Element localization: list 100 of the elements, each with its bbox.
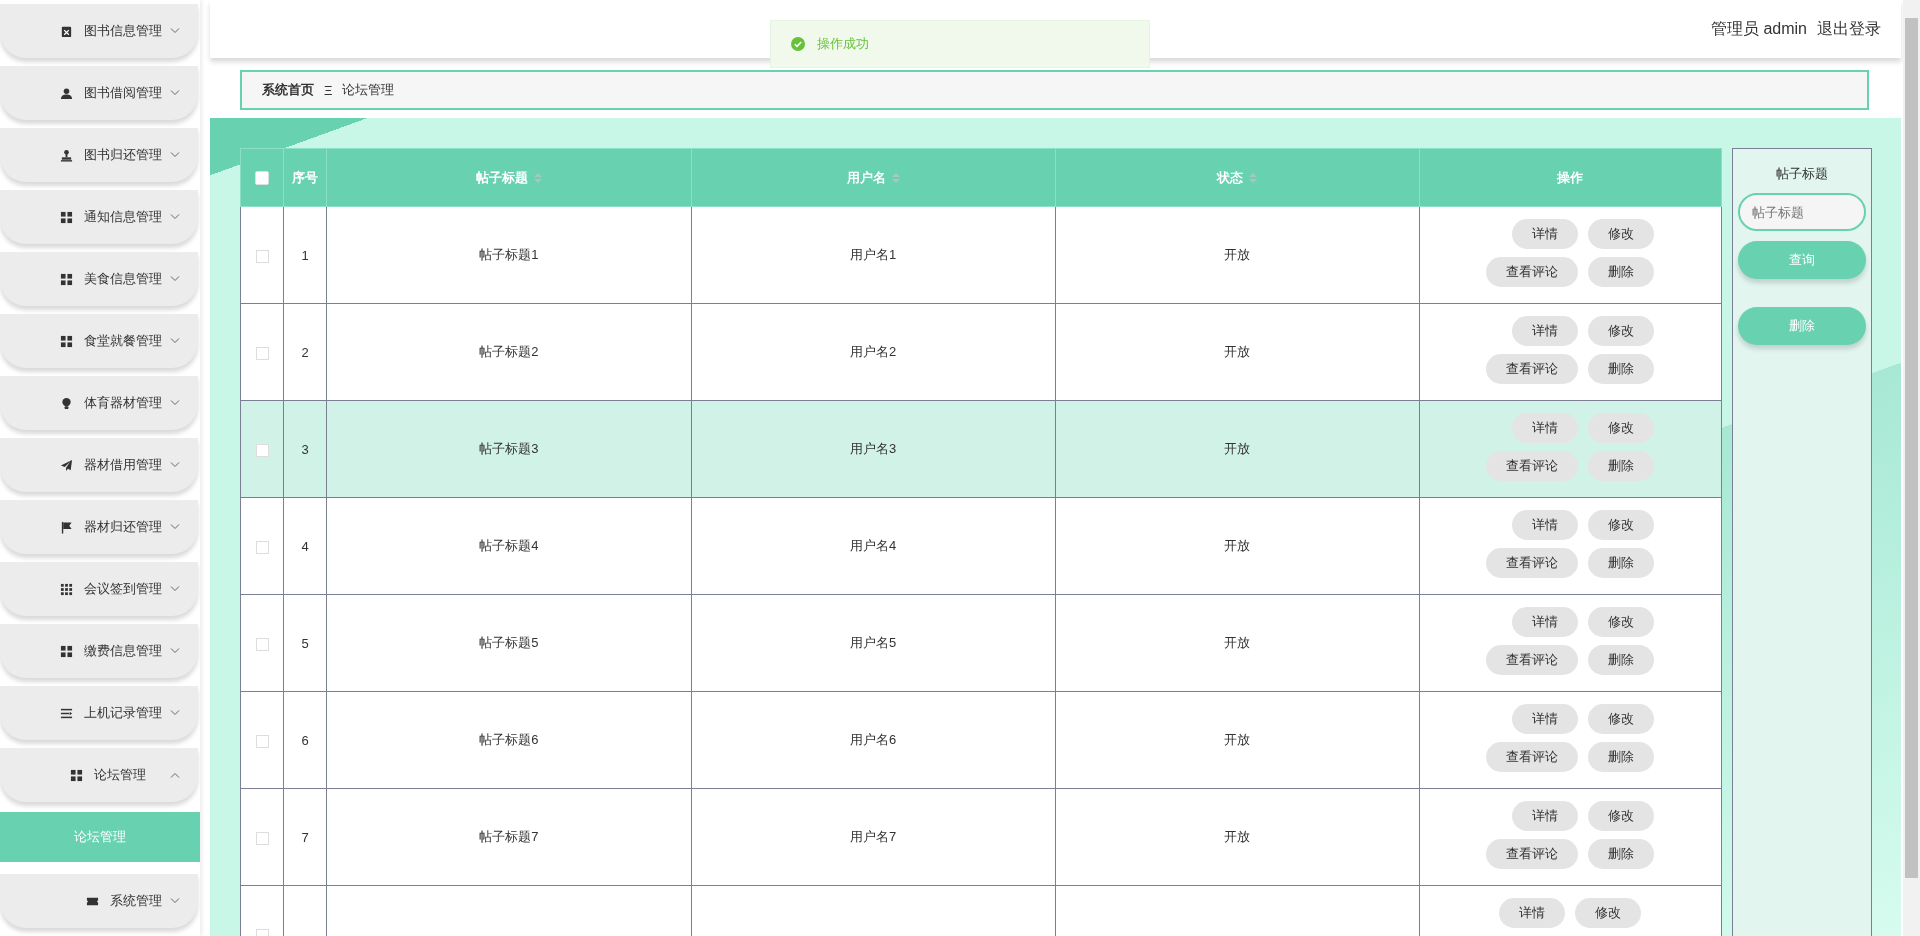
table-row[interactable]: 3 帖子标题3 用户名3 开放 详情 修改 查看评论 删除 [240,400,1722,498]
chevron-down-icon [170,90,180,96]
table-cell-text: 帖子标题6 [479,732,539,747]
table-cell-text: 用户名2 [850,344,897,359]
action-button[interactable]: 详情 [1499,898,1566,928]
sidebar-menu-item[interactable]: 会议签到管理 [0,562,198,616]
table-cell-text: 用户名3 [850,441,897,456]
table-cell-text: 帖子标题4 [479,538,539,553]
action-button[interactable]: 详情 [1512,607,1579,637]
table-row[interactable]: 4 帖子标题4 用户名4 开放 详情 修改 查看评论 删除 [240,497,1722,595]
table-row[interactable]: 详情 修改 [240,885,1722,936]
sidebar-menu-item[interactable]: 图书信息管理 [0,4,198,58]
action-button[interactable]: 修改 [1588,413,1655,443]
table-row[interactable]: 6 帖子标题6 用户名6 开放 详情 修改 查看评论 删除 [240,691,1722,789]
scrollbar-thumb[interactable] [1905,18,1918,878]
scrollbar[interactable] [1903,0,1920,936]
table-cell-text: 用户名4 [850,538,897,553]
row-checkbox[interactable] [255,734,269,748]
action-button[interactable]: 修改 [1575,898,1642,928]
table-row[interactable]: 2 帖子标题2 用户名2 开放 详情 修改 查看评论 删除 [240,303,1722,401]
table-cell-text: 用户名1 [850,247,897,262]
sidebar-menu-item[interactable]: 图书归还管理 [0,128,198,182]
sort-icon[interactable] [1249,172,1258,183]
admin-label: 管理员 admin [1710,18,1807,39]
table-cell-text: 开放 [1224,247,1251,262]
table-row[interactable]: 7 帖子标题7 用户名7 开放 详情 修改 查看评论 删除 [240,788,1722,886]
breadcrumb-link[interactable]: 系统首页 [262,81,314,99]
action-button[interactable]: 查看评论 [1486,645,1579,675]
action-button[interactable]: 查看评论 [1486,839,1579,869]
action-button[interactable]: 详情 [1512,801,1579,831]
table-cell-text: 开放 [1224,441,1251,456]
row-checkbox[interactable] [255,831,269,845]
table-cell-text: 帖子标题7 [479,829,539,844]
action-button[interactable]: 查看评论 [1486,548,1579,578]
row-checkbox[interactable] [255,443,269,457]
action-button[interactable]: 查看评论 [1486,742,1579,772]
table-cell-text: 4 [301,538,309,554]
action-button[interactable]: 删除 [1588,548,1655,578]
table-cell-text: 帖子标题1 [479,247,539,262]
sort-icon[interactable] [891,172,900,183]
grid-icon [60,334,73,348]
row-checkbox[interactable] [255,637,269,651]
check-circle-icon [791,37,805,51]
chevron-down-icon [170,586,180,592]
action-button[interactable]: 详情 [1512,219,1579,249]
table-cell-text: 帖子标题3 [479,441,539,456]
row-checkbox[interactable] [255,249,269,263]
action-button[interactable]: 删除 [1588,257,1655,287]
sidebar-menu-item[interactable]: 缴费信息管理 [0,624,198,678]
chevron-up-icon [170,772,180,778]
logout-link[interactable]: 退出登录 [1817,18,1881,40]
sidebar-menu-item[interactable]: 上机记录管理 [0,686,198,740]
action-button[interactable]: 删除 [1588,742,1655,772]
action-button[interactable]: 详情 [1512,316,1579,346]
row-checkbox[interactable] [255,346,269,360]
chevron-down-icon [170,214,180,220]
action-button[interactable]: 查看评论 [1486,257,1579,287]
table-cell-text: 用户名7 [850,829,897,844]
sidebar-menu-item[interactable]: 美食信息管理 [0,252,198,306]
sidebar-menu-item[interactable]: 食堂就餐管理 [0,314,198,368]
action-button[interactable]: 删除 [1588,645,1655,675]
sidebar-menu-item[interactable]: 通知信息管理 [0,190,198,244]
chevron-down-icon [170,276,180,282]
column-header: 操作 [1419,148,1722,207]
sidebar-menu-item[interactable]: 器材归还管理 [0,500,198,554]
chevron-down-icon [170,524,180,530]
breadcrumb-separator: Ξ [324,82,333,98]
table-row[interactable]: 5 帖子标题5 用户名5 开放 详情 修改 查看评论 删除 [240,594,1722,692]
toast-message: 操作成功 [817,35,869,53]
action-button[interactable]: 删除 [1588,451,1655,481]
chevron-down-icon [170,338,180,344]
sidebar-menu-item[interactable]: 体育器材管理 [0,376,198,430]
sidebar-menu-item[interactable]: 图书借阅管理 [0,66,198,120]
sidebar-menu-item[interactable]: 论坛管理 [0,748,198,802]
table-cell-text: 开放 [1224,829,1251,844]
action-button[interactable]: 修改 [1588,316,1655,346]
search-field[interactable]: 帖子标题 [1738,193,1866,231]
action-button[interactable]: 删除 [1588,839,1655,869]
sidebar-menu-item[interactable]: 器材借用管理 [0,438,198,492]
sort-icon[interactable] [533,172,542,183]
row-checkbox[interactable] [255,540,269,554]
action-button[interactable]: 查看评论 [1486,354,1579,384]
table-row[interactable]: 1 帖子标题1 用户名1 开放 详情 修改 查看评论 删除 [240,206,1722,304]
action-button[interactable]: 修改 [1588,704,1655,734]
action-button[interactable]: 查看评论 [1486,451,1579,481]
action-button[interactable]: 修改 [1588,510,1655,540]
table-cell-text: 5 [301,635,309,651]
table-cell-text: 用户名6 [850,732,897,747]
table-cell-text: 开放 [1224,635,1251,650]
action-button[interactable]: 删除 [1588,354,1655,384]
action-button[interactable]: 修改 [1588,607,1655,637]
action-button[interactable]: 修改 [1588,219,1655,249]
action-button[interactable]: 修改 [1588,801,1655,831]
action-button[interactable]: 详情 [1512,704,1579,734]
table-cell-text: 开放 [1224,538,1251,553]
grid-icon [60,210,73,224]
sidebar-menu-item[interactable]: 系统管理 [0,874,198,928]
select-all-checkbox[interactable] [255,171,270,186]
action-button[interactable]: 详情 [1512,510,1579,540]
action-button[interactable]: 详情 [1512,413,1579,443]
